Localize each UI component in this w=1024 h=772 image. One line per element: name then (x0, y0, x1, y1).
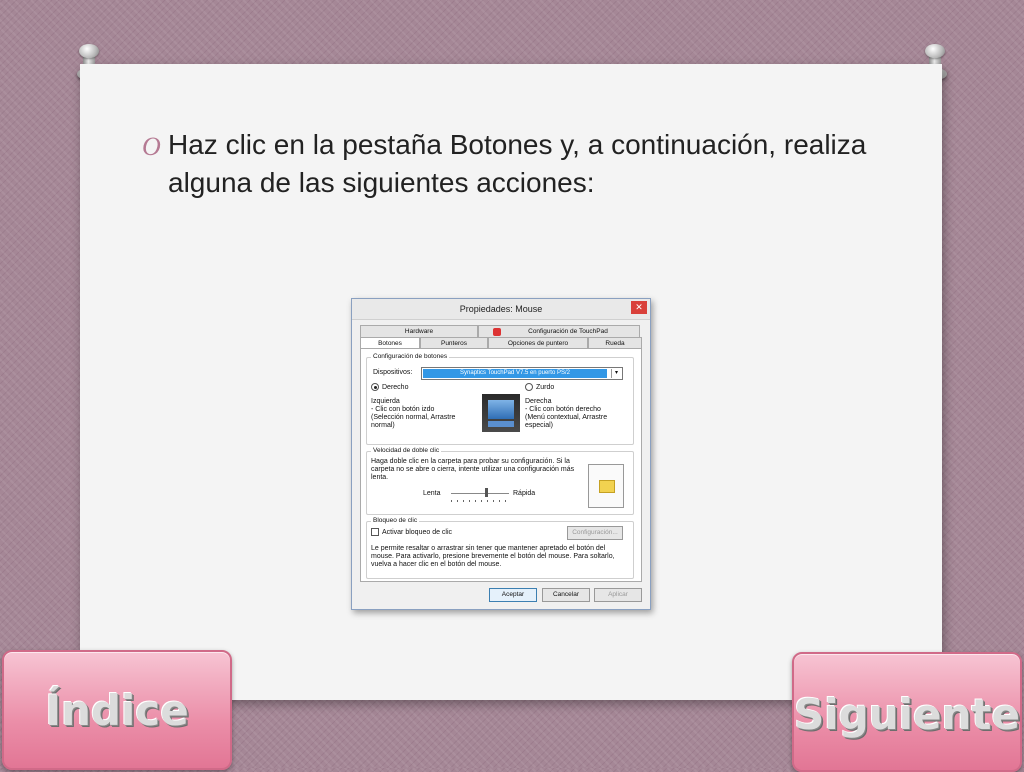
button-config-title: Configuración de botones (371, 353, 450, 360)
left-desc-line: - Clic con botón izdo (371, 406, 435, 413)
right-desc-line: Derecha (525, 398, 552, 405)
click-lock-checkbox[interactable]: Activar bloqueo de clic (371, 528, 452, 536)
tab-touchpad-config[interactable]: Configuración de TouchPad (478, 325, 640, 337)
slider-thumb[interactable] (485, 488, 489, 497)
right-description: Derecha - Clic con botón derecho (Menú c… (525, 398, 607, 430)
touchpad-red-icon (493, 328, 501, 336)
devices-select[interactable]: Synaptics TouchPad V7.5 en puerto PS/2 ▾ (421, 367, 623, 380)
click-lock-title: Bloqueo de clic (371, 517, 420, 524)
dialog-title: Propiedades: Mouse (459, 304, 543, 314)
radio-right-label: Derecho (382, 383, 409, 391)
click-lock-description: Le permite resaltar o arrastrar sin tene… (371, 545, 615, 568)
apply-button[interactable]: Aplicar (594, 588, 642, 602)
tab-row-2: Botones Punteros Opciones de puntero Rue… (360, 337, 642, 350)
folder-icon[interactable] (599, 480, 615, 493)
cancel-button[interactable]: Cancelar (542, 588, 590, 602)
double-click-slider[interactable] (451, 493, 509, 494)
next-button-label: Siguiente (794, 690, 1020, 739)
double-click-title: Velocidad de doble clic (371, 447, 442, 454)
chevron-down-icon[interactable]: ▾ (611, 369, 621, 378)
radio-left-handed[interactable]: Zurdo (525, 383, 554, 391)
next-button[interactable]: Siguiente (792, 652, 1022, 772)
double-click-group: Velocidad de doble clic Haga doble clic … (366, 447, 634, 515)
touchpad-image (482, 394, 520, 432)
left-desc-line: normal) (371, 422, 395, 429)
botones-panel: Configuración de botones Dispositivos: S… (360, 348, 642, 582)
right-desc-line: - Clic con botón derecho (525, 406, 601, 413)
radio-left-icon[interactable] (525, 383, 533, 391)
dialog-titlebar: Propiedades: Mouse ✕ (352, 299, 650, 320)
radio-left-label: Zurdo (536, 383, 555, 391)
ok-button[interactable]: Aceptar (489, 588, 537, 602)
click-lock-settings-button[interactable]: Configuración... (567, 526, 623, 540)
click-lock-label: Activar bloqueo de clic (382, 528, 453, 536)
devices-label: Dispositivos: (373, 369, 413, 376)
index-button-label: Índice (45, 686, 189, 735)
left-desc-line: Izquierda (371, 398, 400, 405)
bullet-marker-icon: O (142, 132, 161, 161)
left-description: Izquierda - Clic con botón izdo (Selecci… (371, 398, 455, 430)
tab-row-1: Hardware Configuración de TouchPad (360, 325, 640, 337)
radio-right-handed[interactable]: Derecho (371, 383, 408, 391)
button-config-group: Configuración de botones Dispositivos: S… (366, 353, 634, 445)
test-folder-box[interactable] (588, 464, 624, 508)
index-button[interactable]: Índice (2, 650, 232, 770)
mouse-properties-dialog: Propiedades: Mouse ✕ Hardware Configurac… (351, 298, 651, 610)
left-desc-line: (Selección normal, Arrastre (371, 414, 456, 421)
click-lock-group: Bloqueo de clic Activar bloqueo de clic … (366, 517, 634, 579)
tab-hardware[interactable]: Hardware (360, 325, 478, 337)
slow-label: Lenta (423, 490, 441, 497)
checkbox-icon[interactable] (371, 528, 379, 536)
text-bold: Botones (449, 129, 553, 160)
fast-label: Rápida (513, 490, 536, 497)
right-desc-line: (Menú contextual, Arrastre (525, 414, 608, 421)
slide-bullet-text: O Haz clic en la pestaña Botones y, a co… (142, 126, 888, 202)
text-before: Haz clic en la pestaña (168, 129, 450, 160)
double-click-description: Haga doble clic en la carpeta para proba… (371, 458, 575, 481)
tab-touchpad-config-label: Configuración de TouchPad (528, 328, 608, 335)
slider-ticks (451, 500, 509, 502)
devices-value: Synaptics TouchPad V7.5 en puerto PS/2 (423, 369, 607, 378)
right-desc-line: especial) (525, 422, 554, 429)
radio-right-icon[interactable] (371, 383, 379, 391)
close-icon[interactable]: ✕ (631, 301, 647, 314)
